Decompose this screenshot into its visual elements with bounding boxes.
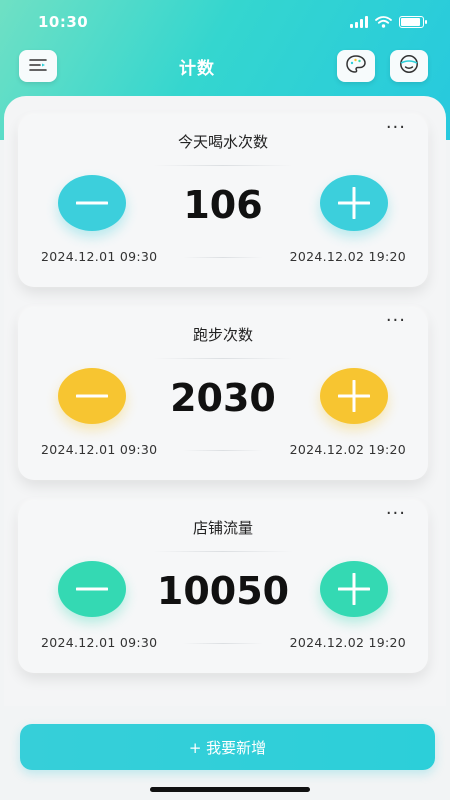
timestamp-divider xyxy=(183,257,263,258)
status-time: 10:30 xyxy=(38,13,89,31)
counter-card: ··· 今天喝水次数 106 2024.12.01 09:30 2024.12.… xyxy=(18,115,428,287)
menu-icon xyxy=(29,57,47,76)
end-timestamp: 2024.12.02 19:20 xyxy=(289,442,406,457)
end-timestamp: 2024.12.02 19:20 xyxy=(289,249,406,264)
timestamp-divider xyxy=(183,450,263,451)
title-divider xyxy=(153,358,293,359)
palette-icon xyxy=(346,55,366,77)
counter-title: 店铺流量 xyxy=(192,519,253,537)
counter-card: ··· 跑步次数 2030 2024.12.01 09:30 2024.12.0… xyxy=(18,308,428,480)
add-button-label: + 我要新增 xyxy=(188,738,267,757)
face-icon xyxy=(399,54,419,78)
title-divider xyxy=(153,551,293,552)
menu-button[interactable] xyxy=(19,50,57,82)
plus-icon xyxy=(338,573,370,605)
nav-bar: 计数 xyxy=(0,44,450,88)
page-title: 计数 xyxy=(179,58,215,79)
counter-title: 今天喝水次数 xyxy=(177,133,268,151)
nav-actions xyxy=(337,50,428,82)
start-timestamp: 2024.12.01 09:30 xyxy=(41,442,158,457)
plus-icon xyxy=(338,187,370,219)
theme-button[interactable] xyxy=(337,50,375,82)
start-timestamp: 2024.12.01 09:30 xyxy=(41,635,158,650)
timestamp-divider xyxy=(183,643,263,644)
profile-button[interactable] xyxy=(390,50,428,82)
battery-icon xyxy=(399,16,427,28)
title-divider xyxy=(153,165,293,166)
increment-button[interactable] xyxy=(320,561,388,617)
wifi-icon xyxy=(375,13,392,32)
battery-fill xyxy=(401,18,420,26)
plus-icon xyxy=(338,380,370,412)
signal-icon xyxy=(350,16,368,28)
add-counter-button[interactable]: + 我要新增 xyxy=(20,724,435,770)
start-timestamp: 2024.12.01 09:30 xyxy=(41,249,158,264)
increment-button[interactable] xyxy=(320,368,388,424)
status-icons xyxy=(350,13,427,32)
status-bar: 10:30 xyxy=(0,0,450,44)
counter-title: 跑步次数 xyxy=(192,326,253,344)
increment-button[interactable] xyxy=(320,175,388,231)
counter-card: ··· 店铺流量 10050 2024.12.01 09:30 2024.12.… xyxy=(18,501,428,673)
home-indicator xyxy=(150,787,310,792)
end-timestamp: 2024.12.02 19:20 xyxy=(289,635,406,650)
